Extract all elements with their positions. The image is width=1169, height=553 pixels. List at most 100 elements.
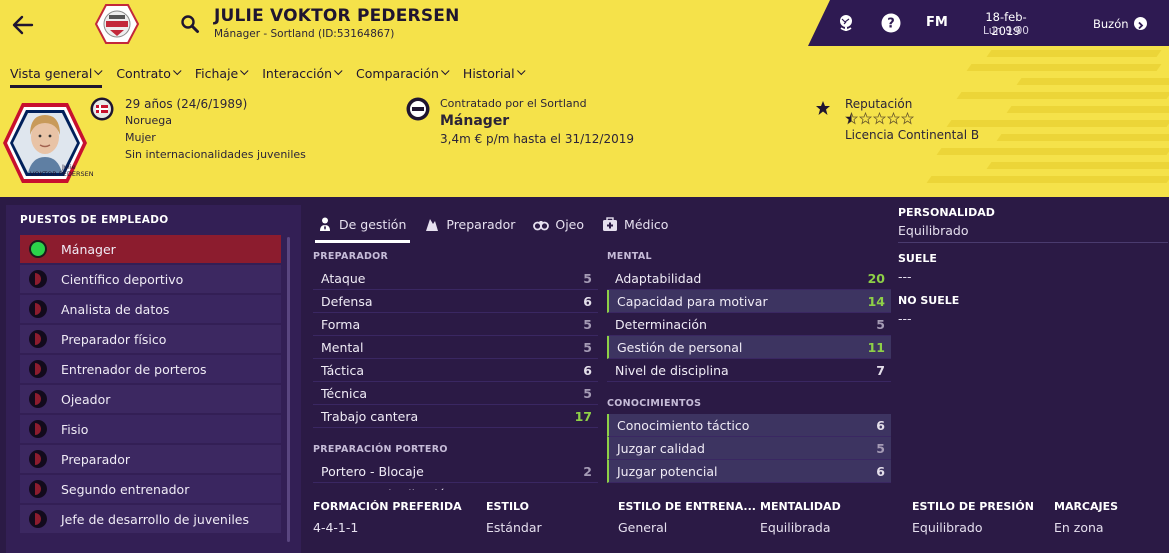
role-item-goalkeeper-coach[interactable]: Entrenador de porteros	[20, 355, 281, 383]
attribute-tabs: De gestión Preparador Ojeo Médico	[313, 205, 682, 243]
coach-icon	[424, 216, 440, 232]
inbox-button[interactable]: Buzón	[1093, 17, 1129, 31]
tab-interaccion[interactable]: Interacción	[262, 62, 343, 84]
attribute-label: Defensa	[321, 293, 373, 309]
role-item-manager[interactable]: Mánager	[20, 235, 281, 263]
contract-details: Contratado por el Sortland Mánager 3,4m …	[440, 97, 634, 146]
likes-value: ---	[898, 269, 912, 284]
attribute-label: Determinación	[615, 316, 707, 332]
attribute-row: Juzgar calidad 5	[607, 437, 891, 460]
role-item-scout[interactable]: Ojeador	[20, 385, 281, 413]
star-icon	[815, 100, 831, 116]
fm-logo-icon[interactable]: FM	[926, 15, 948, 30]
tab-comparacion[interactable]: Comparación	[356, 62, 450, 84]
tab-vista-general[interactable]: Vista general	[10, 62, 103, 88]
attribute-label: Capacidad para motivar	[617, 293, 768, 309]
role-status-icon	[29, 330, 47, 348]
role-item-physio[interactable]: Fisio	[20, 415, 281, 443]
age-text: 29 años (24/6/1989)	[125, 97, 248, 111]
attribute-value: 5	[583, 316, 592, 332]
club-emblem-icon[interactable]	[406, 97, 430, 121]
tab-medico[interactable]: Médico	[598, 205, 672, 243]
role-item-fitness-coach[interactable]: Preparador físico	[20, 325, 281, 353]
role-item-data-analyst[interactable]: Analista de datos	[20, 295, 281, 323]
stat-marking: MARCAJES En zona	[1054, 500, 1118, 535]
attribute-value: 20	[867, 270, 885, 286]
attribute-value: 5	[876, 440, 885, 456]
attribute-label: Portero - Blocaje	[321, 463, 424, 479]
world-ball-icon[interactable]	[836, 13, 856, 33]
chevron-down-icon	[94, 66, 103, 76]
role-item-assistant-manager[interactable]: Segundo entrenador	[20, 475, 281, 503]
chevron-down-icon	[240, 66, 249, 76]
nationality-text: Noruega	[125, 114, 172, 127]
tab-historial[interactable]: Historial	[462, 62, 526, 84]
dislikes-block: NO SUELE ---	[898, 294, 1168, 330]
role-status-icon	[29, 270, 47, 288]
game-time: Lun 9:00	[983, 25, 1029, 37]
attribute-value: 6	[583, 362, 592, 378]
tab-contrato[interactable]: Contrato	[116, 62, 182, 84]
svg-text:?: ?	[887, 17, 895, 32]
tab-label: Interacción	[262, 65, 333, 81]
attribute-row: Ataque 5	[313, 267, 598, 290]
stat-style: ESTILO Estándar	[486, 500, 542, 535]
role-status-icon	[29, 510, 47, 528]
attribute-label: Adaptabilidad	[615, 270, 702, 286]
attribute-value: 7	[876, 362, 885, 378]
tab-fichaje[interactable]: Fichaje	[195, 62, 249, 84]
attribute-value: 5	[583, 270, 592, 286]
role-item-head-of-youth[interactable]: Jefe de desarrollo de juveniles	[20, 505, 281, 533]
attribute-row: Juzgar potencial 6	[607, 460, 891, 483]
help-icon[interactable]: ?	[881, 13, 901, 33]
role-item-sports-scientist[interactable]: Científico deportivo	[20, 265, 281, 293]
tab-ojeo[interactable]: Ojeo	[529, 205, 588, 243]
stat-value: General	[618, 520, 668, 535]
profile-details: 29 años (24/6/1989) Noruega Mujer Sin in…	[125, 97, 306, 165]
attribute-label: Mental	[321, 339, 364, 355]
attribute-row: Forma 5	[313, 313, 598, 336]
back-arrow-icon[interactable]	[8, 10, 38, 40]
likes-block: SUELE ---	[898, 252, 1168, 288]
person-name: JULIE VOKTOR PEDERSEN	[214, 6, 460, 26]
person-role-subtitle: Mánager - Sortland (ID:53164867)	[214, 28, 395, 40]
stat-training-style: ESTILO DE ENTRENA... General	[618, 500, 756, 535]
stat-value: Equilibrada	[760, 520, 831, 535]
attribute-row: Conocimiento táctico 6	[607, 414, 891, 437]
stat-heading: ESTILO DE PRESIÓN	[912, 500, 1034, 513]
tab-label: Historial	[462, 65, 515, 81]
dislikes-heading: NO SUELE	[898, 294, 960, 307]
stat-heading: ESTILO	[486, 500, 530, 513]
scrollbar[interactable]	[287, 237, 290, 542]
chevron-down-icon	[334, 66, 343, 76]
attribute-row: Adaptabilidad 20	[607, 267, 891, 290]
stat-value: Estándar	[486, 520, 542, 535]
role-item-coach[interactable]: Preparador	[20, 445, 281, 473]
tab-preparador[interactable]: Preparador	[420, 205, 519, 243]
role-label: Jefe de desarrollo de juveniles	[61, 511, 249, 527]
staff-roles-title: PUESTOS DE EMPLEADO	[20, 214, 169, 226]
chevron-right-icon[interactable]	[1134, 17, 1147, 30]
attribute-label: Nivel de disciplina	[615, 362, 729, 378]
wage-text: 3,4m € p/m hasta el 31/12/2019	[440, 132, 634, 146]
role-status-icon	[29, 450, 47, 468]
role-label: Preparador físico	[61, 331, 167, 347]
attribute-value: 6	[876, 417, 885, 433]
job-role-text: Mánager	[440, 113, 510, 129]
attribute-label: Trabajo cantera	[321, 408, 419, 424]
role-label: Analista de datos	[61, 301, 170, 317]
stat-value: Equilibrado	[912, 520, 983, 535]
avatar-caption-name: VOKTOR PEDERSEN	[30, 170, 94, 178]
stat-value: En zona	[1054, 520, 1104, 535]
attribute-row: Defensa 6	[313, 290, 598, 313]
role-status-icon	[29, 390, 47, 408]
role-status-icon	[29, 360, 47, 378]
tab-de-gestion[interactable]: De gestión	[313, 205, 411, 243]
search-icon[interactable]	[180, 14, 200, 34]
chevron-down-icon	[516, 66, 526, 76]
role-label: Segundo entrenador	[61, 481, 190, 497]
tab-label: Preparador	[446, 216, 516, 232]
medical-kit-icon	[602, 216, 618, 232]
attribute-row: Portero - Blocaje 2	[313, 460, 598, 483]
club-badge-icon[interactable]	[94, 3, 140, 45]
